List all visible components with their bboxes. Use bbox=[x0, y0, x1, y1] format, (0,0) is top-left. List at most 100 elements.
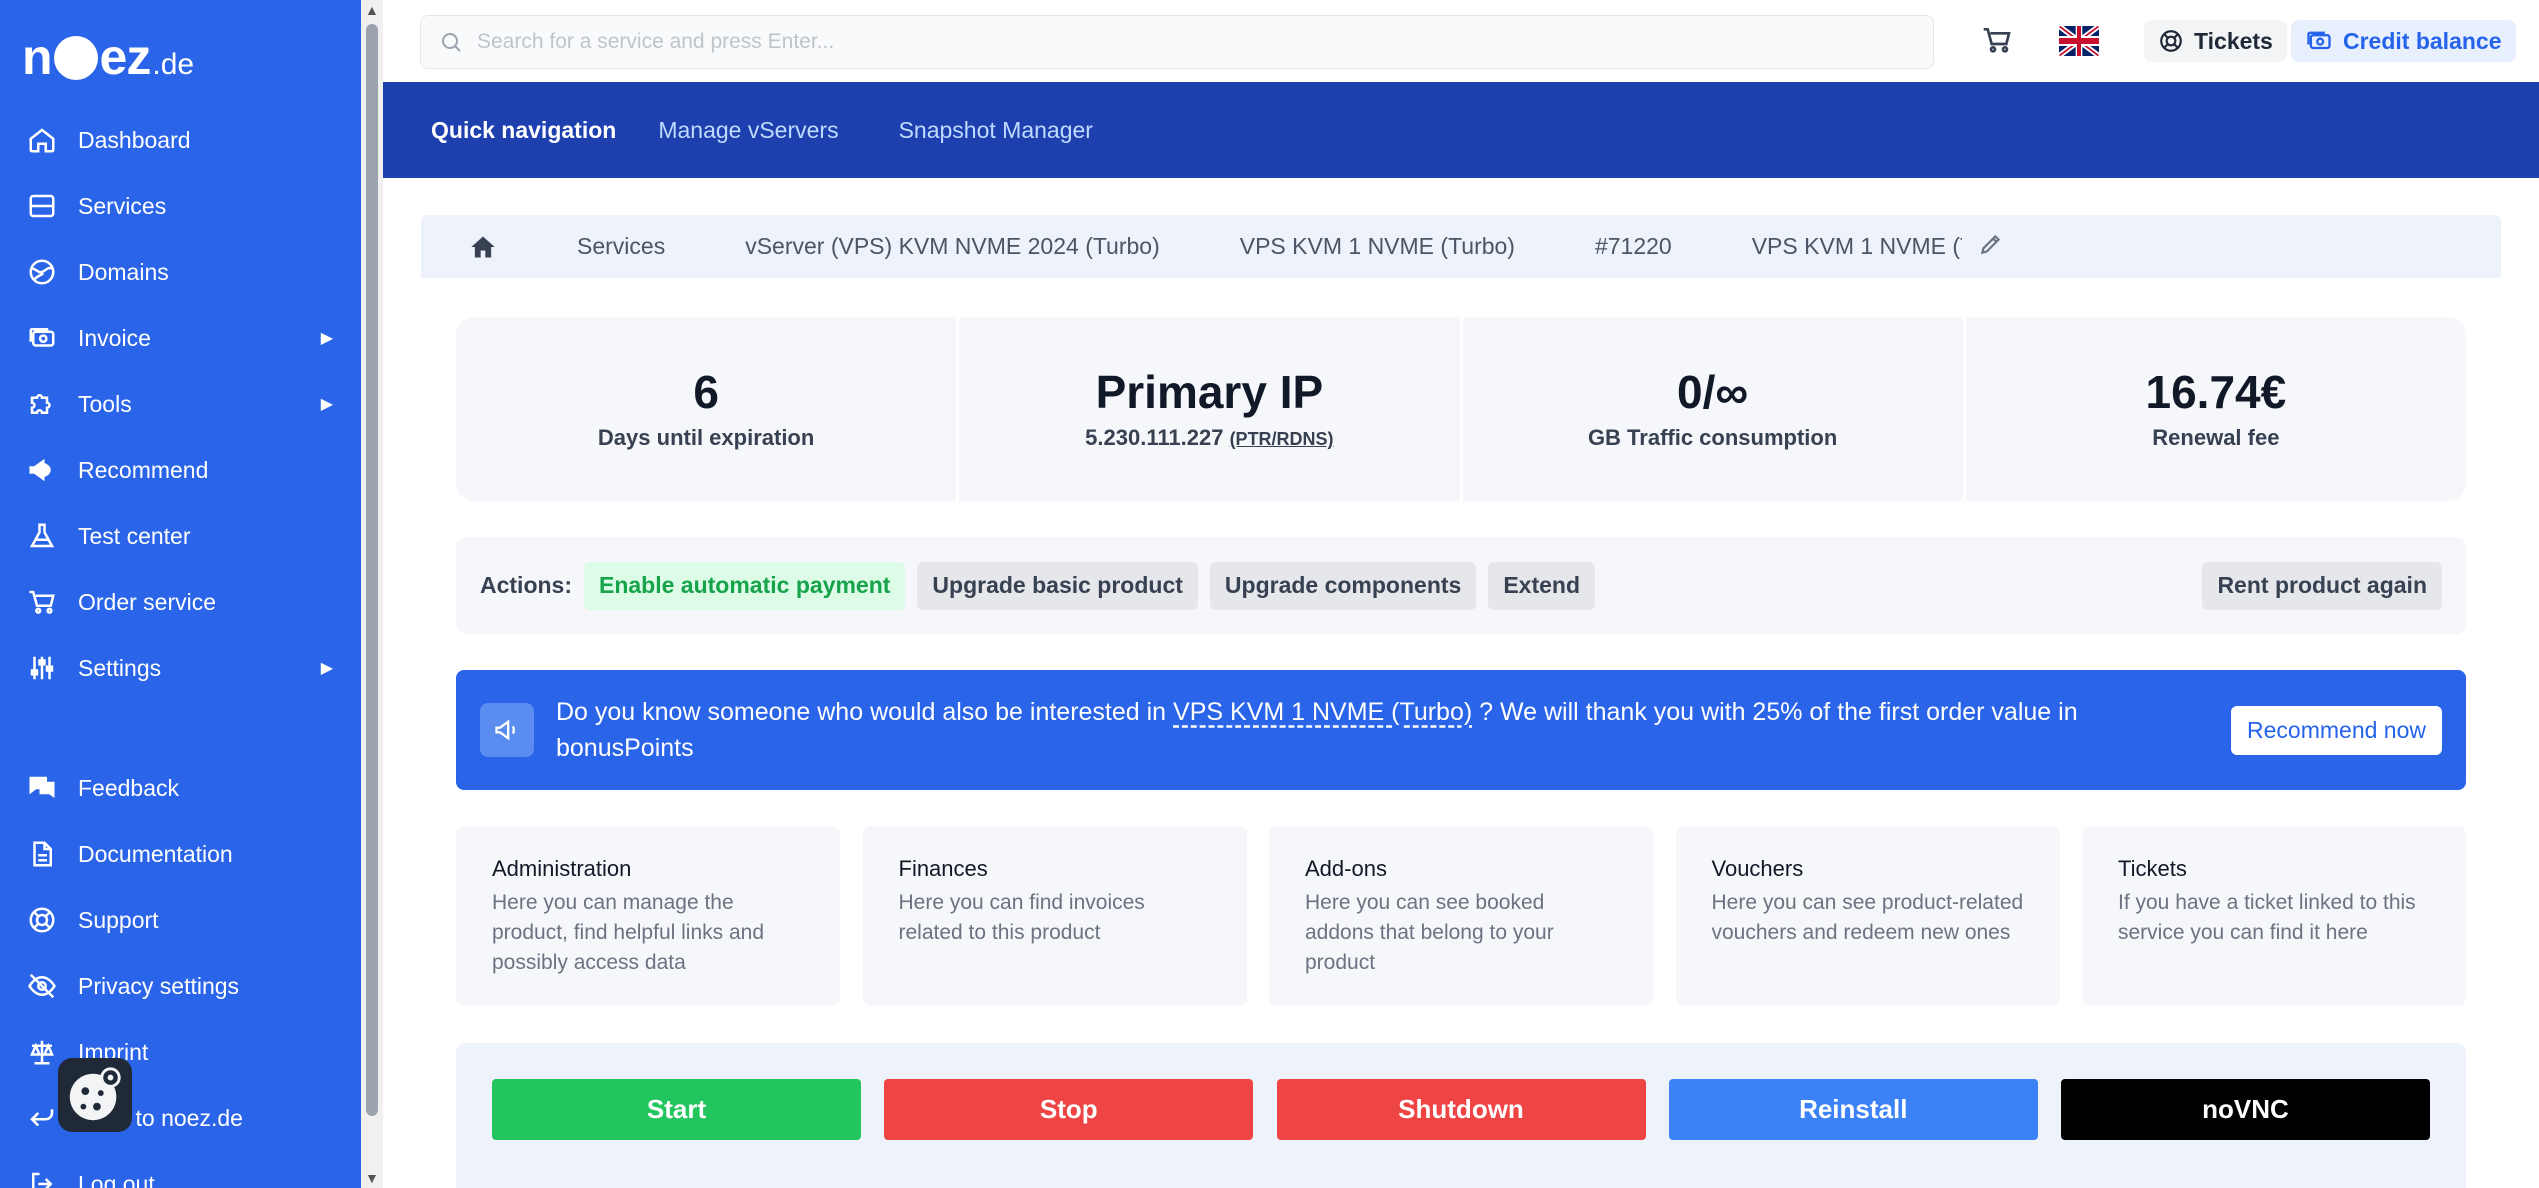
stat-value: Primary IP bbox=[1095, 365, 1324, 418]
recommend-text-before: Do you know someone who would also be in… bbox=[556, 698, 1167, 726]
upgrade-components-button[interactable]: Upgrade components bbox=[1209, 561, 1477, 610]
search-icon bbox=[442, 33, 461, 52]
sidebar-item-invoice[interactable]: Invoice ▶ bbox=[0, 305, 361, 371]
card-description: If you have a ticket linked to this serv… bbox=[2118, 891, 2416, 944]
quicknav-manage-vservers-link[interactable]: Manage vServers bbox=[658, 117, 838, 144]
breadcrumb-item[interactable]: Services bbox=[537, 215, 708, 278]
card-title: Tickets bbox=[2118, 856, 2187, 881]
sidebar-item-test-center[interactable]: Test center bbox=[0, 503, 361, 569]
sidebar-item-privacy-settings[interactable]: Privacy settings bbox=[0, 953, 361, 1019]
stat-label: GB Traffic consumption bbox=[1587, 425, 1838, 451]
card-title: Vouchers bbox=[1711, 856, 1804, 881]
scroll-up-icon[interactable]: ▲ bbox=[365, 2, 379, 18]
card-tickets[interactable]: Tickets If you have a ticket linked to t… bbox=[2082, 826, 2466, 1006]
sidebar-bottom-nav: Feedback Documentation Support Privacy s… bbox=[0, 755, 361, 1188]
home-icon bbox=[26, 124, 58, 156]
globe-icon bbox=[26, 256, 58, 288]
rent-product-again-button[interactable]: Rent product again bbox=[2202, 561, 2442, 610]
breadcrumb-item[interactable]: #71220 bbox=[1555, 215, 1714, 278]
card-finances[interactable]: Finances Here you can find invoices rela… bbox=[862, 826, 1247, 1006]
card-description: Here you can see booked addons that belo… bbox=[1305, 891, 1554, 974]
language-flag-uk-icon[interactable] bbox=[2059, 26, 2099, 56]
card-add-ons[interactable]: Add-ons Here you can see booked addons t… bbox=[1269, 826, 1653, 1006]
lifebuoy-icon bbox=[26, 904, 58, 936]
arrow-back-icon bbox=[26, 1102, 58, 1134]
sidebar-item-label: Domains bbox=[78, 258, 169, 285]
sidebar-item-tools[interactable]: Tools ▶ bbox=[0, 371, 361, 437]
stat-value: 6 bbox=[693, 365, 719, 418]
scrollbar-thumb[interactable] bbox=[366, 24, 378, 1116]
sidebar-item-label: Services bbox=[78, 192, 167, 219]
server-controls: Start Stop Shutdown Reinstall noVNC bbox=[456, 1043, 2466, 1188]
tickets-label: Tickets bbox=[2194, 27, 2273, 54]
pencil-icon bbox=[1980, 234, 2000, 255]
cookie-settings-button[interactable] bbox=[58, 1058, 132, 1132]
stat-days-until-expiration: 6 Days until expiration bbox=[456, 317, 960, 501]
sidebar-item-feedback[interactable]: Feedback bbox=[0, 755, 361, 821]
page-scrollbar[interactable]: ▲ ▼ bbox=[361, 0, 383, 1188]
start-button[interactable]: Start bbox=[492, 1079, 861, 1140]
sidebar-item-recommend[interactable]: Recommend bbox=[0, 437, 361, 503]
card-description: Here you can see product-related voucher… bbox=[1711, 891, 2024, 944]
stat-value: 0/∞ bbox=[1677, 365, 1749, 418]
card-title: Finances bbox=[898, 856, 988, 881]
logo-text-right: ez bbox=[99, 29, 152, 85]
extend-button[interactable]: Extend bbox=[1488, 561, 1596, 610]
stats-panel: 6 Days until expiration Primary IP 5.230… bbox=[456, 317, 2466, 501]
stop-button[interactable]: Stop bbox=[884, 1079, 1254, 1140]
breadcrumb-current: VPS KVM 1 NVME (Turbo) bbox=[1712, 215, 1962, 278]
sidebar-item-domains[interactable]: Domains bbox=[0, 239, 361, 305]
card-title: Administration bbox=[492, 856, 632, 881]
home-icon bbox=[471, 236, 495, 257]
sidebar-item-services[interactable]: Services bbox=[0, 173, 361, 239]
card-title: Add-ons bbox=[1305, 856, 1387, 881]
upgrade-basic-product-button[interactable]: Upgrade basic product bbox=[917, 561, 1198, 610]
edit-name-button[interactable] bbox=[1978, 231, 2004, 262]
flask-icon bbox=[26, 520, 58, 552]
credit-balance-label: Credit balance bbox=[2343, 27, 2502, 54]
recommend-product-link[interactable]: VPS KVM 1 NVME (Turbo) bbox=[1173, 698, 1472, 726]
sidebar-item-log-out[interactable]: Log out bbox=[0, 1151, 361, 1188]
card-vouchers[interactable]: Vouchers Here you can see product-relate… bbox=[1675, 826, 2060, 1006]
sidebar-item-label: Order service bbox=[78, 588, 217, 615]
primary-ip-address: 5.230.111.227 bbox=[1085, 425, 1224, 451]
ptr-rdns-link[interactable]: (PTR/RDNS) bbox=[1230, 429, 1334, 449]
card-administration[interactable]: Administration Here you can manage the p… bbox=[456, 826, 840, 1006]
logo-text-left: n bbox=[22, 29, 53, 85]
shutdown-button[interactable]: Shutdown bbox=[1276, 1079, 1646, 1140]
noez-logo[interactable]: n ez .de bbox=[22, 28, 194, 88]
enable-automatic-payment-button[interactable]: Enable automatic payment bbox=[584, 561, 906, 610]
breadcrumb-home[interactable] bbox=[421, 215, 539, 278]
sidebar-item-dashboard[interactable]: Dashboard bbox=[0, 107, 361, 173]
breadcrumb-item[interactable]: vServer (VPS) KVM NVME 2024 (Turbo) bbox=[705, 215, 1202, 278]
sidebar: n ez .de Dashboard Services Domains Invo… bbox=[0, 0, 361, 1188]
sidebar-item-label: Invoice bbox=[78, 324, 151, 351]
sidebar-item-documentation[interactable]: Documentation bbox=[0, 821, 361, 887]
search-box[interactable] bbox=[420, 15, 1934, 69]
recommend-now-button[interactable]: Recommend now bbox=[2231, 706, 2442, 755]
credit-balance-button[interactable]: Credit balance bbox=[2291, 20, 2516, 62]
cart-button[interactable] bbox=[1981, 24, 2017, 60]
sidebar-item-label: Test center bbox=[78, 522, 191, 549]
stat-primary-ip: Primary IP 5.230.111.227 (PTR/RDNS) bbox=[959, 317, 1463, 501]
sidebar-item-back-to-noez[interactable]: Back to noez.de bbox=[0, 1085, 361, 1151]
document-icon bbox=[26, 838, 58, 870]
sidebar-item-settings[interactable]: Settings ▶ bbox=[0, 635, 361, 701]
sidebar-item-label: Settings bbox=[78, 654, 162, 681]
sidebar-item-label: Privacy settings bbox=[78, 972, 240, 999]
novnc-button[interactable]: noVNC bbox=[2061, 1079, 2430, 1140]
reinstall-button[interactable]: Reinstall bbox=[1668, 1079, 2038, 1140]
logo-tld: .de bbox=[152, 48, 195, 81]
search-input[interactable] bbox=[477, 30, 1877, 54]
breadcrumb-current-label: VPS KVM 1 NVME (Turbo) bbox=[1751, 233, 1962, 259]
scroll-down-icon[interactable]: ▼ bbox=[365, 1170, 379, 1186]
sidebar-item-label: Log out bbox=[78, 1170, 155, 1188]
sidebar-item-support[interactable]: Support bbox=[0, 887, 361, 953]
scale-icon bbox=[26, 1036, 58, 1068]
tickets-button[interactable]: Tickets bbox=[2144, 20, 2287, 62]
quicknav-snapshot-manager-link[interactable]: Snapshot Manager bbox=[899, 117, 1093, 144]
sidebar-item-order-service[interactable]: Order service bbox=[0, 569, 361, 635]
quick-navigation-bar: Quick navigation Manage vServers Snapsho… bbox=[383, 82, 2539, 178]
sidebar-item-imprint[interactable]: Imprint bbox=[0, 1019, 361, 1085]
breadcrumb-item[interactable]: VPS KVM 1 NVME (Turbo) bbox=[1200, 215, 1558, 278]
